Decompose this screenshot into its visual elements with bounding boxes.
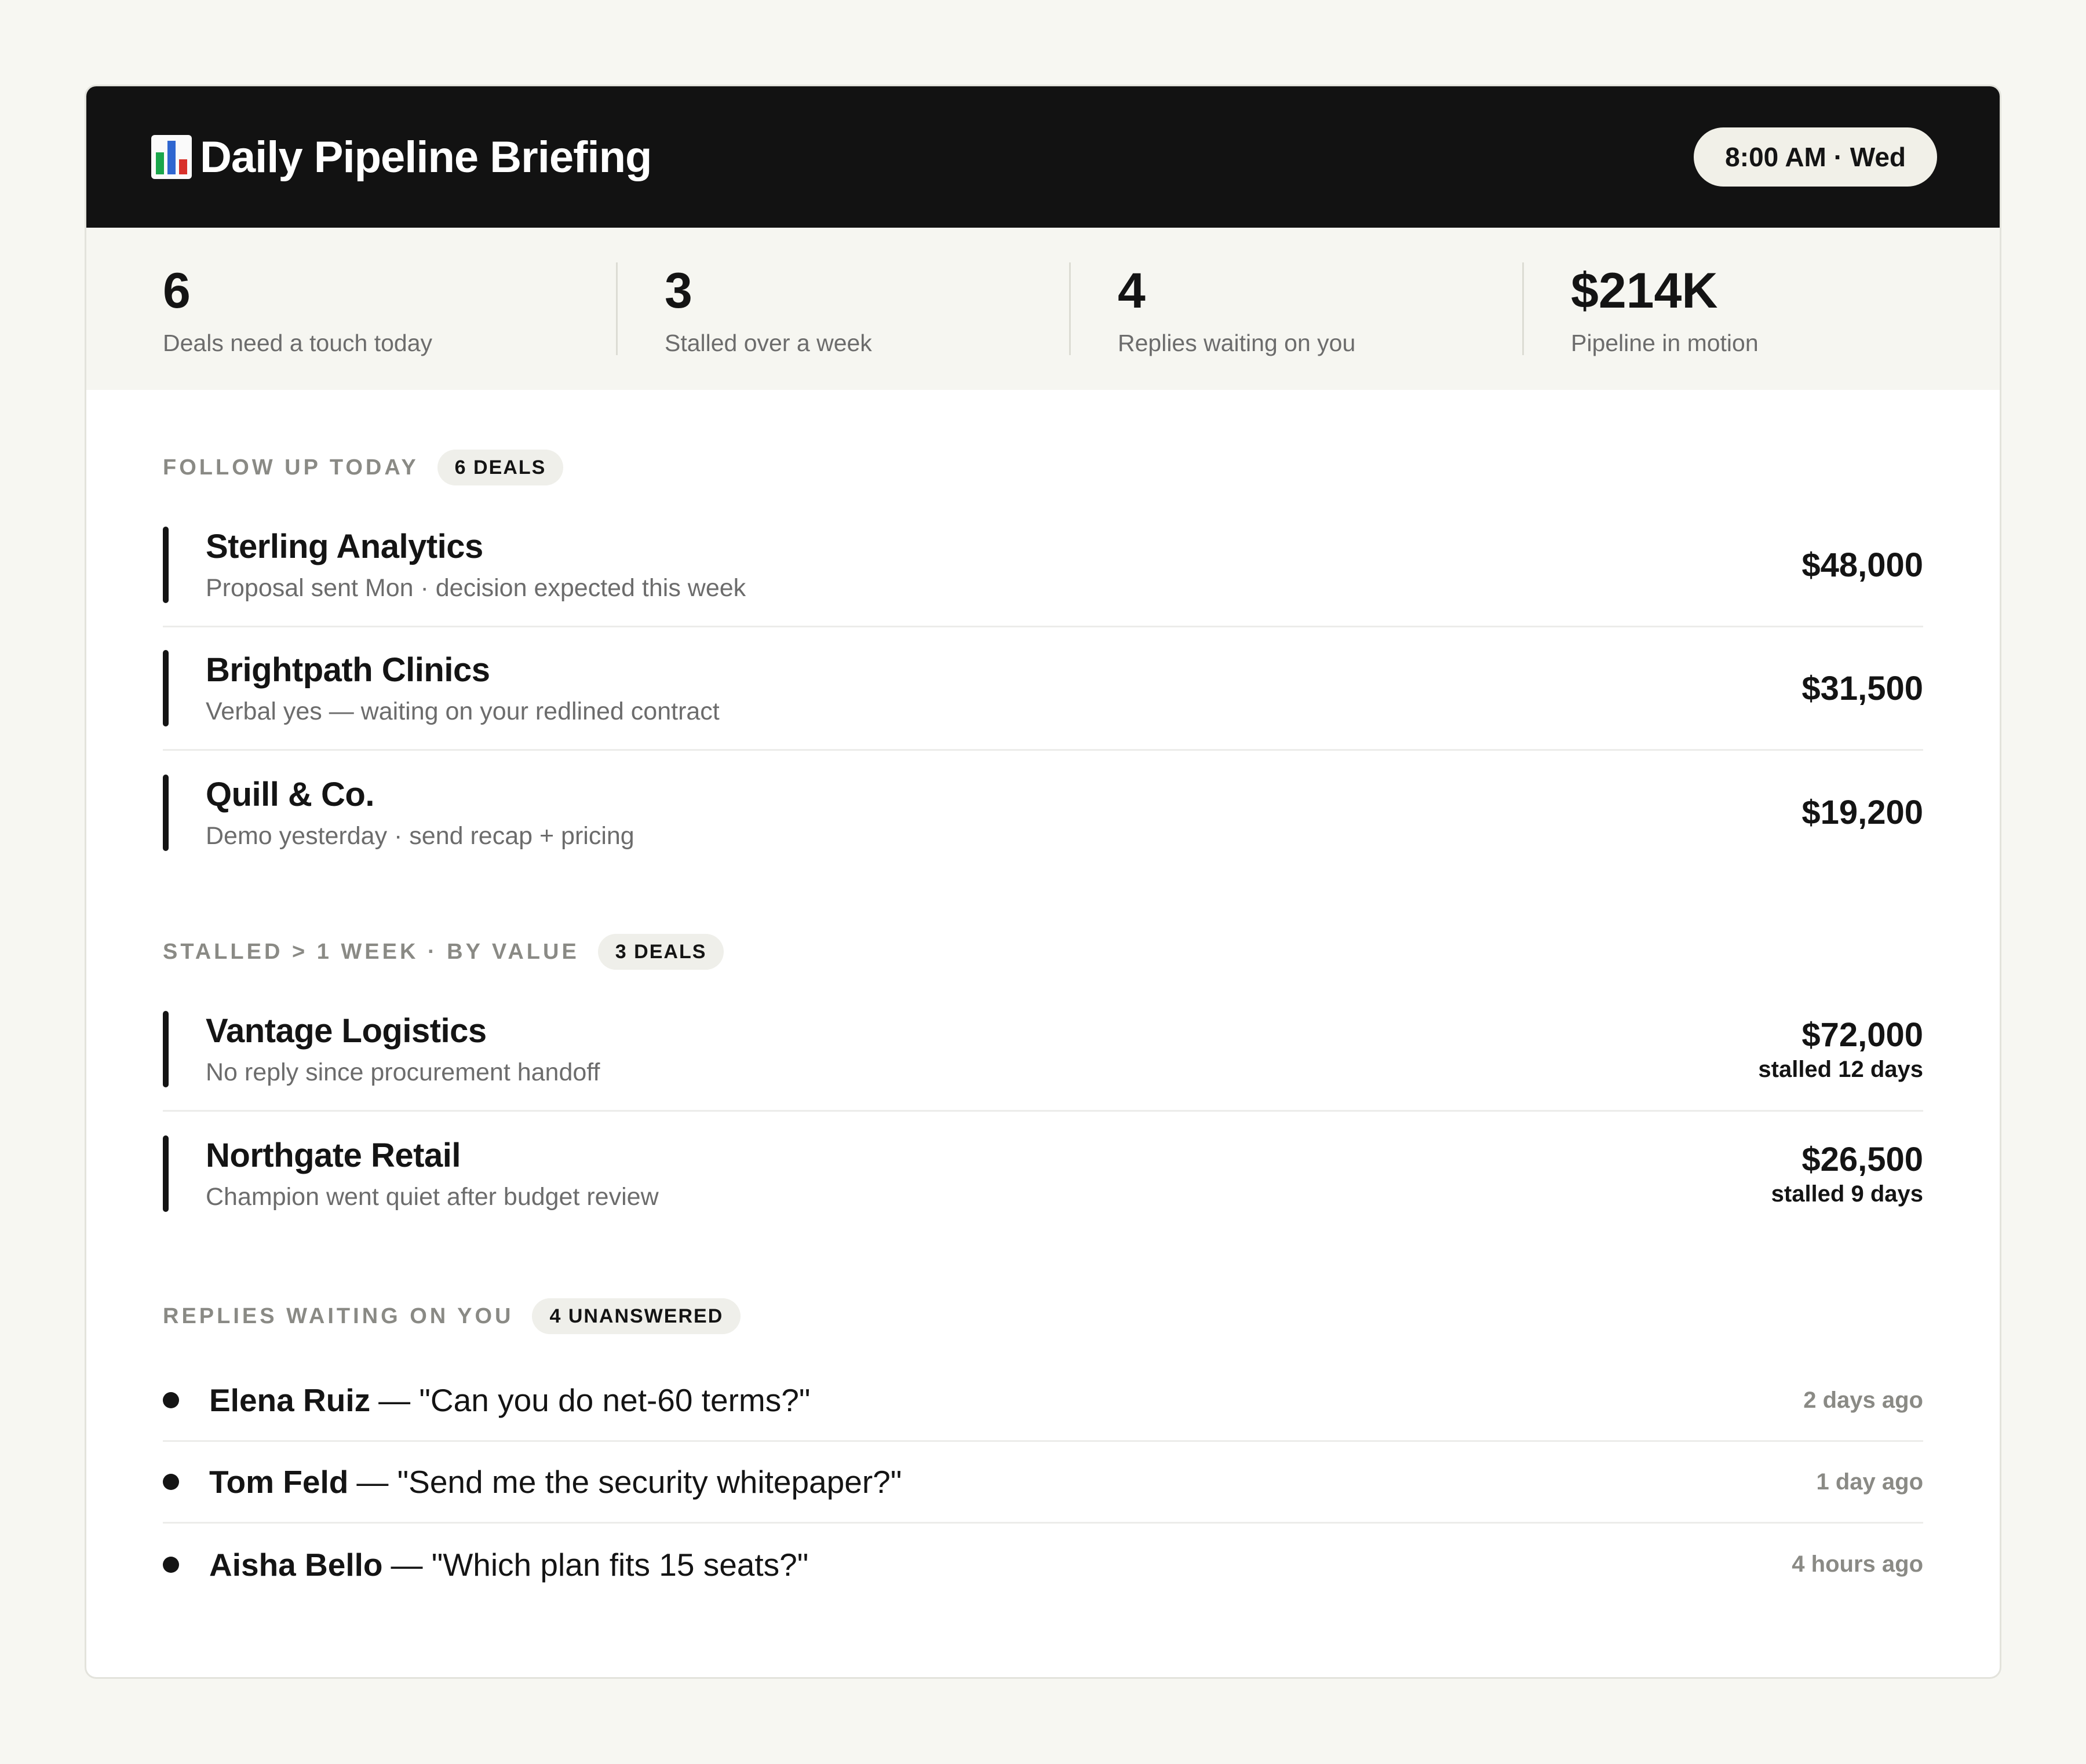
bullet-dot-icon	[163, 1474, 179, 1490]
reply-sender: Elena Ruiz	[209, 1382, 371, 1418]
section-title: FOLLOW UP TODAY	[163, 455, 419, 480]
deal-row[interactable]: Sterling Analytics Proposal sent Mon · d…	[163, 504, 1923, 627]
deal-row[interactable]: Brightpath Clinics Verbal yes — waiting …	[163, 627, 1923, 751]
replies-list: Elena Ruiz — "Can you do net-60 terms?" …	[163, 1360, 1923, 1605]
deal-row[interactable]: Quill & Co. Demo yesterday · send recap …	[163, 751, 1923, 874]
deal-amount: $31,500	[1801, 669, 1923, 707]
stat-value: $214K	[1571, 263, 1718, 319]
header: Daily Pipeline Briefing 8:00 AM · Wed	[86, 86, 2000, 228]
deal-note: Champion went quiet after budget review	[206, 1182, 659, 1211]
reply-message: — "Which plan fits 15 seats?"	[391, 1546, 809, 1583]
deal-amount: $26,500	[1801, 1140, 1923, 1178]
deal-note: Verbal yes — waiting on your redlined co…	[206, 697, 720, 725]
stat-replies: 4 Replies waiting on you	[1069, 262, 1522, 356]
reply-row[interactable]: Tom Feld — "Send me the security whitepa…	[163, 1442, 1923, 1524]
time-badge: 8:00 AM · Wed	[1694, 127, 1937, 187]
follow-up-list: Sterling Analytics Proposal sent Mon · d…	[163, 504, 1923, 874]
bullet-dot-icon	[163, 1392, 179, 1408]
stat-value: 6	[163, 263, 191, 319]
stat-label: Pipeline in motion	[1571, 330, 1759, 356]
stalled-list: Vantage Logistics No reply since procure…	[163, 988, 1923, 1235]
deal-name: Vantage Logistics	[206, 1012, 487, 1050]
section-title: REPLIES WAITING ON YOU	[163, 1303, 514, 1328]
deal-amount: $19,200	[1801, 794, 1923, 831]
stat-value: 3	[665, 263, 692, 319]
stat-label: Replies waiting on you	[1118, 330, 1356, 356]
deal-name: Sterling Analytics	[206, 528, 483, 565]
deal-accent-bar	[163, 774, 169, 851]
section-follow-up-header: FOLLOW UP TODAY 6 DEALS	[163, 447, 1923, 488]
deal-stalled-duration: stalled 12 days	[1758, 1057, 1923, 1082]
count-badge: 4 UNANSWERED	[532, 1298, 741, 1334]
count-badge: 6 DEALS	[437, 450, 564, 485]
reply-row[interactable]: Aisha Bello — "Which plan fits 15 seats?…	[163, 1524, 1923, 1605]
reply-sender: Aisha Bello	[209, 1546, 383, 1583]
deal-name: Quill & Co.	[206, 775, 374, 813]
stat-label: Stalled over a week	[665, 330, 872, 356]
deal-note: Proposal sent Mon · decision expected th…	[206, 574, 746, 602]
stat-stalled: 3 Stalled over a week	[616, 262, 1069, 356]
deal-accent-bar	[163, 1011, 169, 1087]
deal-row[interactable]: Northgate Retail Champion went quiet aft…	[163, 1112, 1923, 1235]
reply-time: 2 days ago	[1803, 1387, 1923, 1413]
deal-row[interactable]: Vantage Logistics No reply since procure…	[163, 988, 1923, 1112]
stats-bar: 6 Deals need a touch today 3 Stalled ove…	[86, 228, 2000, 390]
title-wrap: Daily Pipeline Briefing	[151, 132, 652, 182]
deal-note: Demo yesterday · send recap + pricing	[206, 821, 634, 850]
deal-stalled-duration: stalled 9 days	[1771, 1181, 1923, 1207]
reply-message: — "Can you do net-60 terms?"	[378, 1382, 811, 1418]
bar-chart-icon	[151, 135, 192, 179]
deal-name: Northgate Retail	[206, 1136, 461, 1174]
deal-amount: $48,000	[1801, 546, 1923, 584]
page-title: Daily Pipeline Briefing	[200, 132, 652, 182]
deal-accent-bar	[163, 1135, 169, 1212]
reply-time: 1 day ago	[1816, 1469, 1923, 1495]
deal-accent-bar	[163, 527, 169, 603]
reply-time: 4 hours ago	[1792, 1551, 1923, 1577]
section-title: STALLED > 1 WEEK · BY VALUE	[163, 939, 579, 964]
count-badge: 3 DEALS	[597, 934, 724, 970]
deal-note: No reply since procurement handoff	[206, 1058, 600, 1086]
reply-message: — "Send me the security whitepaper?"	[356, 1464, 902, 1500]
section-stalled-header: STALLED > 1 WEEK · BY VALUE 3 DEALS	[163, 931, 1923, 973]
stat-deals-touch: 6 Deals need a touch today	[163, 262, 616, 356]
stat-value: 4	[1118, 263, 1146, 319]
briefing-card: Daily Pipeline Briefing 8:00 AM · Wed 6 …	[85, 85, 2001, 1679]
stat-label: Deals need a touch today	[163, 330, 432, 356]
deal-amount: $72,000	[1801, 1016, 1923, 1054]
stat-pipeline: $214K Pipeline in motion	[1522, 262, 1975, 356]
reply-sender: Tom Feld	[209, 1464, 349, 1500]
bullet-dot-icon	[163, 1556, 179, 1573]
deal-accent-bar	[163, 650, 169, 726]
section-replies-header: REPLIES WAITING ON YOU 4 UNANSWERED	[163, 1295, 1923, 1337]
reply-row[interactable]: Elena Ruiz — "Can you do net-60 terms?" …	[163, 1360, 1923, 1442]
content: FOLLOW UP TODAY 6 DEALS Sterling Analyti…	[86, 447, 2000, 1605]
deal-name: Brightpath Clinics	[206, 651, 490, 689]
